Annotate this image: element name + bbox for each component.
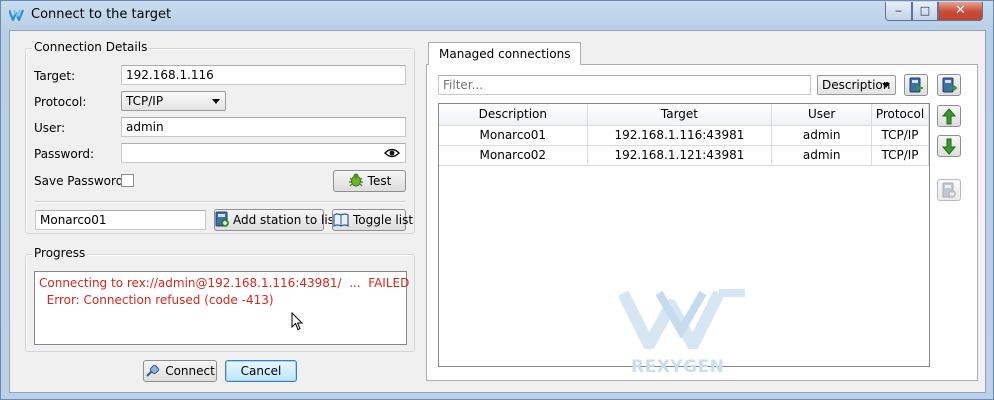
column-header[interactable]: Protocol	[871, 103, 929, 126]
dialog-client-area: Connection Details Target: Protocol: TCP…	[9, 30, 986, 393]
protocol-select-value: TCP/IP	[126, 94, 164, 108]
table-cell: TCP/IP	[871, 124, 929, 146]
progress-group: Progress Connecting to rex://admin@192.1…	[25, 246, 415, 352]
user-input[interactable]	[121, 117, 406, 137]
column-header[interactable]: User	[771, 103, 872, 126]
connection-details-group: Connection Details Target: Protocol: TCP…	[25, 40, 415, 234]
table-row[interactable]: Monarco02 192.168.1.121:43981 admin TCP/…	[438, 144, 929, 166]
filter-input[interactable]	[438, 75, 811, 95]
test-button-label: Test	[367, 174, 392, 188]
group-title-progress: Progress	[32, 246, 88, 260]
save-password-checkbox[interactable]	[121, 174, 134, 187]
progress-log[interactable]: Connecting to rex://admin@192.168.1.116:…	[34, 271, 410, 345]
delete-button[interactable]	[937, 179, 961, 201]
column-header[interactable]: Target	[586, 103, 773, 126]
user-label: User:	[34, 121, 66, 135]
book-icon	[333, 213, 349, 227]
arrow-down-icon	[941, 138, 957, 155]
title-bar[interactable]: Connect to the target ‒ □ ✕	[1, 1, 993, 29]
table-header-row: Description Target User Protocol	[438, 103, 929, 126]
window-title: Connect to the target	[31, 7, 172, 22]
toggle-list-label: Toggle list	[353, 213, 414, 227]
test-button[interactable]: Test	[333, 170, 406, 192]
import-button[interactable]	[904, 74, 928, 96]
password-input[interactable]	[121, 143, 406, 163]
mouse-cursor-icon	[291, 312, 303, 331]
move-down-button[interactable]	[937, 135, 961, 157]
column-header[interactable]: Description	[438, 103, 588, 126]
move-up-button[interactable]	[937, 105, 961, 127]
import-icon	[909, 77, 923, 93]
connect-label: Connect	[165, 364, 215, 378]
table-row[interactable]: Monarco01 192.168.1.116:43981 admin TCP/…	[438, 124, 929, 146]
bug-icon	[348, 173, 363, 187]
cancel-button[interactable]: Cancel	[225, 360, 297, 382]
target-input[interactable]	[121, 65, 406, 85]
table-cell: Monarco02	[438, 144, 588, 166]
table-cell: Monarco01	[438, 124, 588, 146]
table-cell: TCP/IP	[871, 144, 929, 166]
rexygen-logo-icon	[9, 9, 25, 22]
protocol-label: Protocol:	[34, 95, 87, 109]
station-name-input[interactable]	[35, 210, 206, 230]
target-label: Target:	[34, 69, 76, 83]
tab-managed-connections[interactable]: Managed connections	[428, 42, 582, 65]
plug-icon	[146, 364, 160, 377]
dialog-window: Connect to the target ‒ □ ✕ Connection D…	[0, 0, 994, 400]
maximize-button[interactable]: □	[912, 2, 938, 21]
delete-icon	[942, 182, 956, 198]
add-station-button[interactable]: Add station to list	[214, 209, 339, 231]
group-title-connection-details: Connection Details	[32, 40, 150, 54]
watermark-text: REXYGEN	[631, 357, 725, 377]
save-password-label: Save Password:	[34, 174, 128, 188]
connections-table[interactable]: Description Target User Protocol Monarco…	[438, 103, 929, 166]
add-station-label: Add station to list	[233, 213, 339, 227]
managed-connections-pane: Description D	[426, 64, 978, 381]
table-cell: 192.168.1.116:43981	[586, 124, 773, 146]
minimize-button[interactable]: ‒	[885, 2, 912, 21]
eye-icon[interactable]	[384, 148, 400, 158]
export-icon	[942, 77, 958, 93]
rexygen-watermark-logo	[619, 289, 745, 349]
add-station-icon	[215, 211, 229, 227]
connect-button[interactable]: Connect	[143, 360, 217, 382]
chevron-down-icon	[882, 83, 890, 88]
progress-line: Connecting to rex://admin@192.168.1.116:…	[39, 276, 410, 290]
arrow-up-icon	[941, 108, 957, 125]
chevron-down-icon	[212, 99, 220, 104]
export-button[interactable]	[937, 74, 961, 96]
group-separator	[34, 201, 406, 203]
table-cell: admin	[771, 144, 872, 166]
table-cell: 192.168.1.121:43981	[586, 144, 773, 166]
progress-line: Error: Connection refused (code -413)	[39, 293, 274, 307]
filter-column-select[interactable]: Description	[817, 75, 896, 95]
table-cell: admin	[771, 124, 872, 146]
protocol-select[interactable]: TCP/IP	[121, 91, 226, 111]
toggle-list-button[interactable]: Toggle list	[332, 209, 413, 231]
filter-column-value: Description	[822, 78, 891, 92]
close-button[interactable]: ✕	[938, 2, 983, 21]
password-label: Password:	[34, 147, 95, 161]
